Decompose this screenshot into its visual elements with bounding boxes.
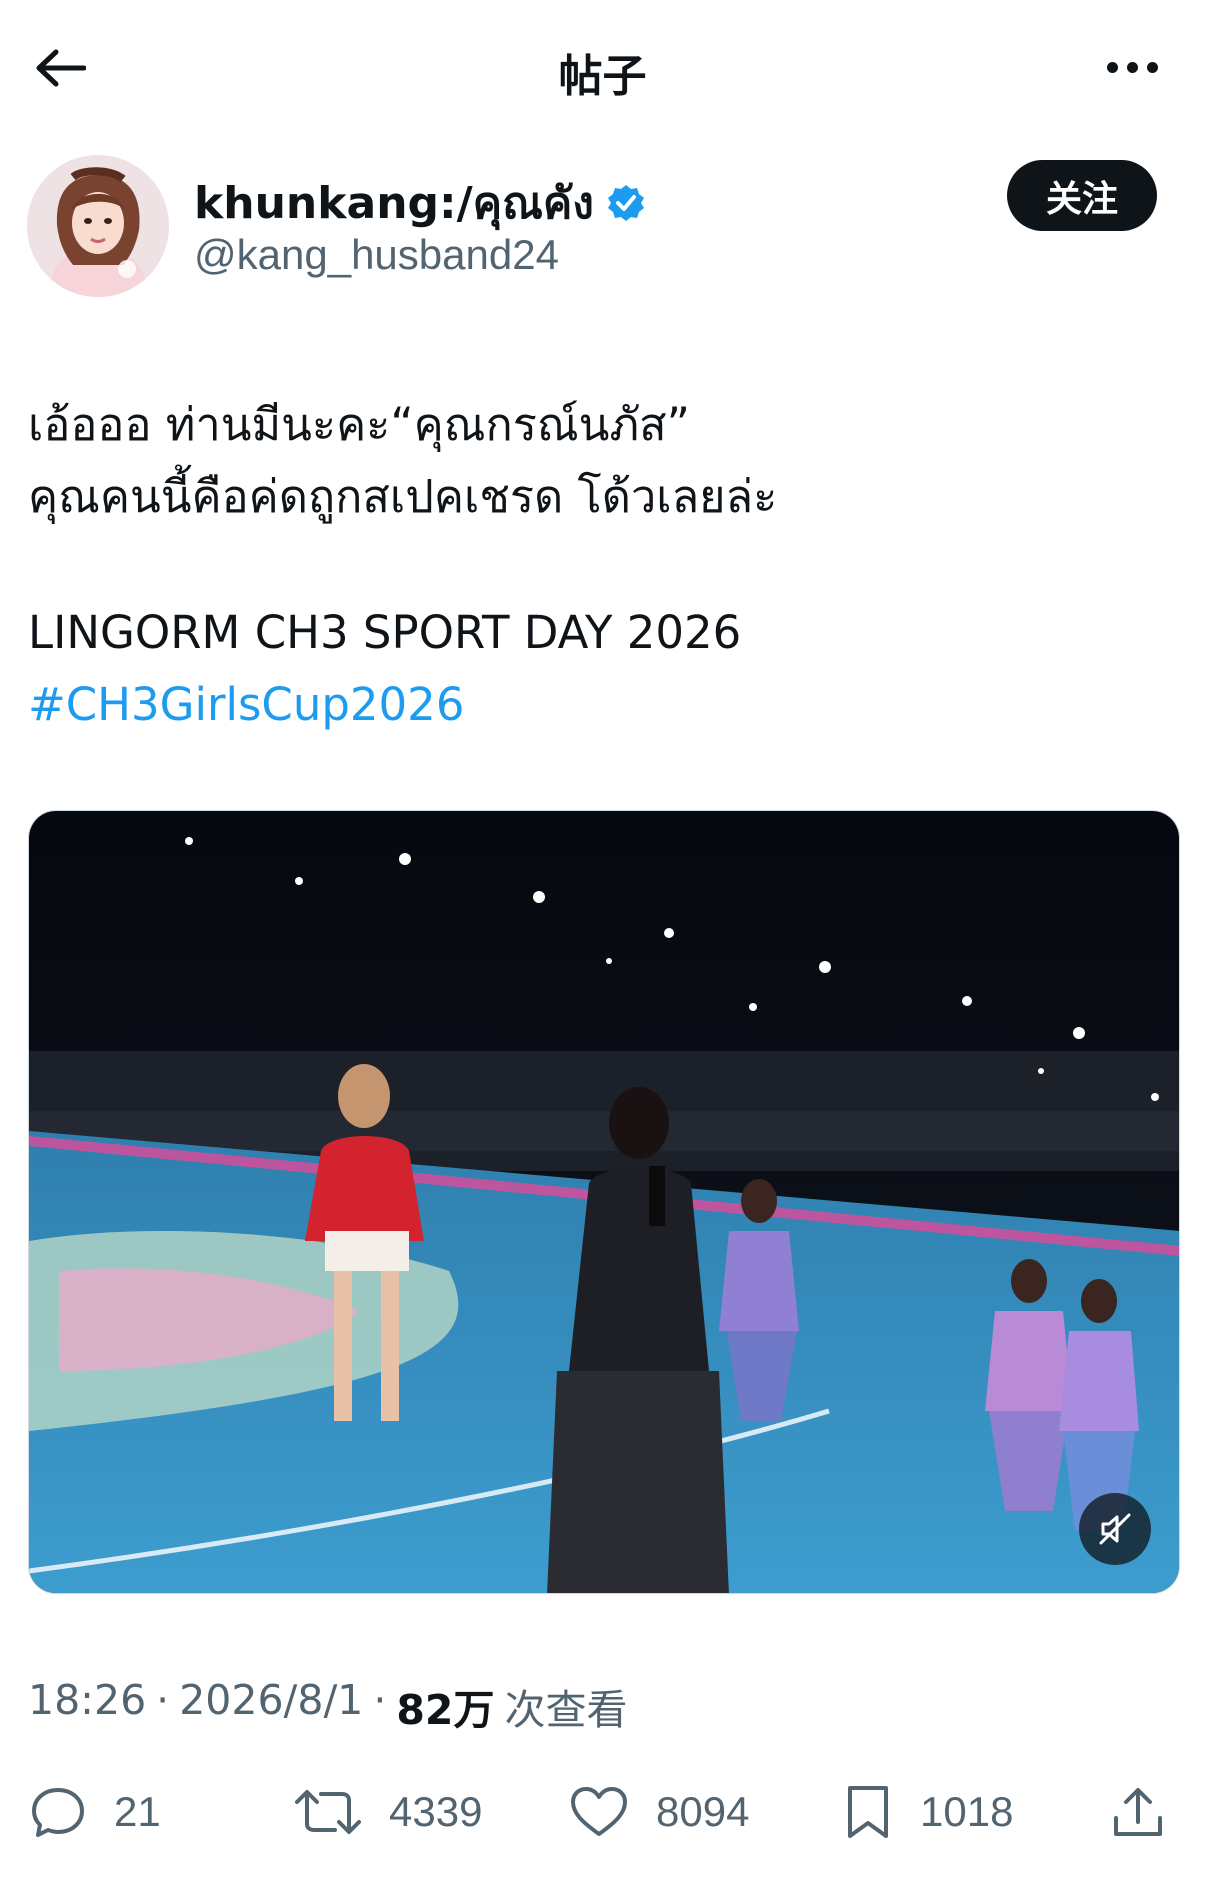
like-icon bbox=[571, 1787, 627, 1836]
page-title: 帖子 bbox=[558, 51, 647, 102]
follow-button[interactable]: 关注 bbox=[1007, 160, 1157, 231]
share-icon bbox=[1114, 1788, 1162, 1836]
video-frame bbox=[29, 811, 1179, 1593]
repost-button[interactable]: 4339 bbox=[293, 1772, 482, 1852]
like-count: 8094 bbox=[656, 1788, 750, 1835]
reply-button[interactable]: 21 bbox=[28, 1772, 161, 1852]
avatar[interactable] bbox=[27, 155, 169, 297]
reply-count: 21 bbox=[114, 1788, 161, 1835]
share-button[interactable] bbox=[1108, 1772, 1168, 1852]
display-name[interactable]: khunkang:/คุณคัง bbox=[194, 168, 594, 238]
more-dot bbox=[1126, 61, 1138, 73]
volume-muted-icon bbox=[1099, 1513, 1131, 1545]
reply-icon bbox=[32, 1788, 84, 1837]
author-name[interactable]: khunkang:/คุณคัง bbox=[194, 168, 646, 238]
view-count-label: 次查看 bbox=[504, 1686, 628, 1734]
post-text-line-2: คุณคนนี้คือค่ดถูกสเปคเชรด โด้วเลยล่ะ bbox=[28, 470, 778, 523]
post-text-line-1: เอ้อออ ท่านมีนะคะ“คุณกรณ์นภัส” bbox=[28, 398, 690, 451]
post-text-line-3: LINGORM CH3 SPORT DAY 2026 bbox=[28, 606, 742, 659]
post-time: 18:26 bbox=[28, 1676, 147, 1724]
like-button[interactable]: 8094 bbox=[568, 1772, 749, 1852]
post-meta: 18:26 · 2026/8/1 · 82万 次查看 bbox=[28, 1676, 627, 1736]
bookmark-count: 1018 bbox=[920, 1788, 1014, 1835]
more-dot bbox=[1146, 61, 1158, 73]
mute-toggle[interactable] bbox=[1079, 1493, 1151, 1565]
bookmark-button[interactable]: 1018 bbox=[842, 1772, 1013, 1852]
more-horizontal-icon bbox=[1106, 61, 1118, 73]
top-bar: 帖子 bbox=[0, 0, 1205, 130]
hashtag-link[interactable]: #CH3GirlsCup2026 bbox=[28, 678, 464, 731]
action-bar: 21 4339 8094 1018 bbox=[0, 1772, 1205, 1852]
more-button[interactable] bbox=[1097, 42, 1167, 92]
verified-badge-icon bbox=[607, 185, 644, 221]
view-count: 82万 bbox=[396, 1686, 495, 1734]
author-handle[interactable]: @kang_husband24 bbox=[194, 231, 559, 279]
repost-count: 4339 bbox=[389, 1788, 483, 1835]
meta-separator: · bbox=[373, 1676, 387, 1724]
post-video[interactable] bbox=[28, 810, 1180, 1594]
meta-separator: · bbox=[156, 1676, 170, 1724]
repost-icon bbox=[295, 1790, 361, 1834]
bookmark-icon bbox=[848, 1786, 888, 1838]
post-date: 2026/8/1 bbox=[179, 1676, 364, 1724]
